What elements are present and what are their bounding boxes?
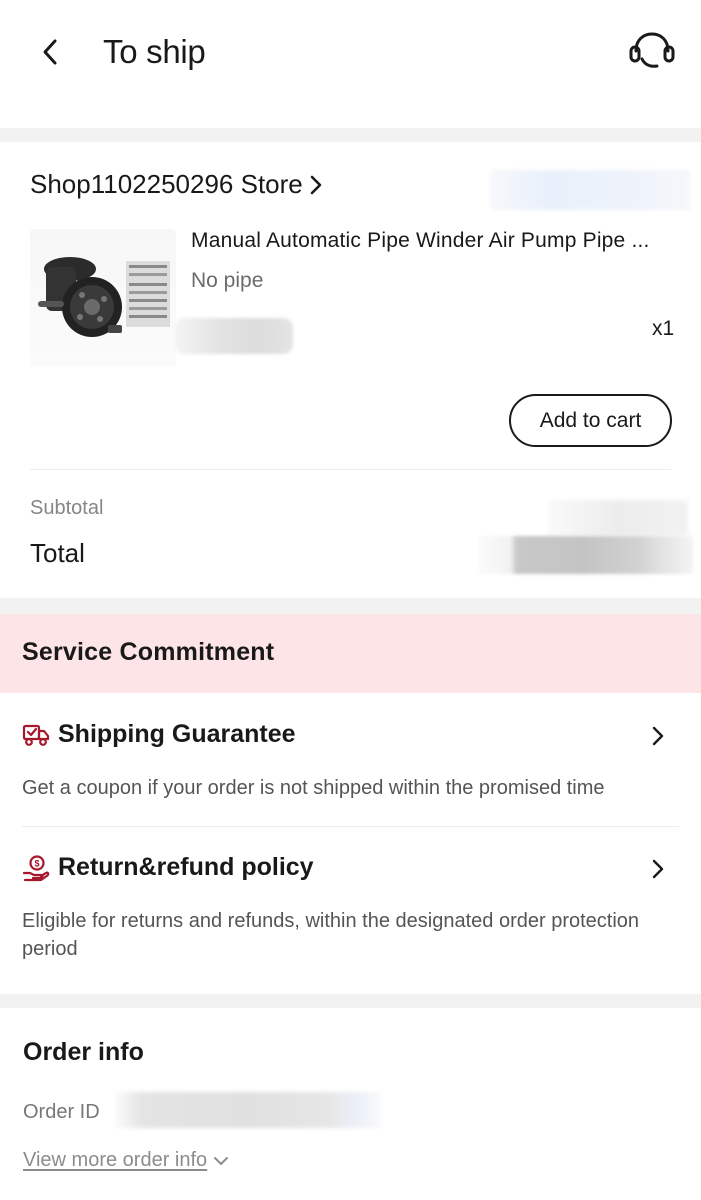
chevron-right-icon (652, 726, 664, 746)
delivery-truck-icon (22, 724, 50, 746)
return-refund-chevron[interactable] (645, 856, 671, 882)
shipping-guarantee-title: Shipping Guarantee (58, 720, 296, 748)
chevron-right-icon (652, 859, 664, 879)
refund-hand-icon: $ (22, 854, 50, 881)
order-info-card: Order info Order ID View more order info (0, 1008, 701, 1200)
customer-service-button[interactable] (624, 26, 680, 78)
product-quantity: x1 (652, 317, 675, 340)
redacted-price (175, 318, 293, 354)
divider (22, 826, 679, 827)
redacted-store-info (490, 170, 690, 210)
store-link[interactable]: Shop1102250296 Store (30, 169, 323, 200)
chevron-right-icon (310, 175, 322, 194)
top-app-bar: To ship (0, 0, 701, 128)
pipe-winder-image (38, 257, 170, 337)
order-item-card: Shop1102250296 Store Manual Automatic Pi… (0, 142, 701, 598)
svg-text:$: $ (34, 858, 39, 868)
order-info-title: Order info (23, 1038, 144, 1066)
product-image[interactable] (30, 229, 176, 367)
chevron-left-icon (43, 39, 57, 65)
product-title[interactable]: Manual Automatic Pipe Winder Air Pump Pi… (191, 229, 676, 253)
back-button[interactable] (28, 30, 72, 74)
redacted-order-id (116, 1092, 381, 1128)
shipping-guarantee-row[interactable]: Shipping Guarantee (22, 720, 296, 749)
service-title: Service Commitment (22, 638, 275, 666)
view-more-order-info-link[interactable]: View more order info (23, 1149, 229, 1172)
add-to-cart-button[interactable]: Add to cart (509, 394, 672, 447)
return-refund-desc: Eligible for returns and refunds, within… (22, 910, 640, 960)
headset-icon (629, 32, 675, 68)
total-label: Total (30, 538, 85, 568)
service-commitment-card: Service Commitment Shipping Guarantee Ge… (0, 614, 701, 994)
chevron-down-icon (214, 1156, 229, 1165)
service-header: Service Commitment (0, 614, 701, 693)
view-more-label: View more order info (23, 1149, 208, 1171)
product-variant: No pipe (191, 269, 264, 292)
shipping-guarantee-chevron[interactable] (645, 723, 671, 749)
page-title: To ship (103, 33, 206, 70)
shipping-guarantee-desc: Get a coupon if your order is not shippe… (22, 777, 605, 799)
return-refund-row[interactable]: $ Return&refund policy (22, 853, 314, 882)
redacted-subtotal (548, 500, 688, 536)
order-id-label: Order ID (23, 1101, 100, 1123)
return-refund-title: Return&refund policy (58, 853, 314, 881)
redacted-total (478, 536, 693, 574)
store-name: Shop1102250296 Store (30, 169, 303, 199)
divider (30, 469, 671, 470)
subtotal-label: Subtotal (30, 497, 104, 519)
